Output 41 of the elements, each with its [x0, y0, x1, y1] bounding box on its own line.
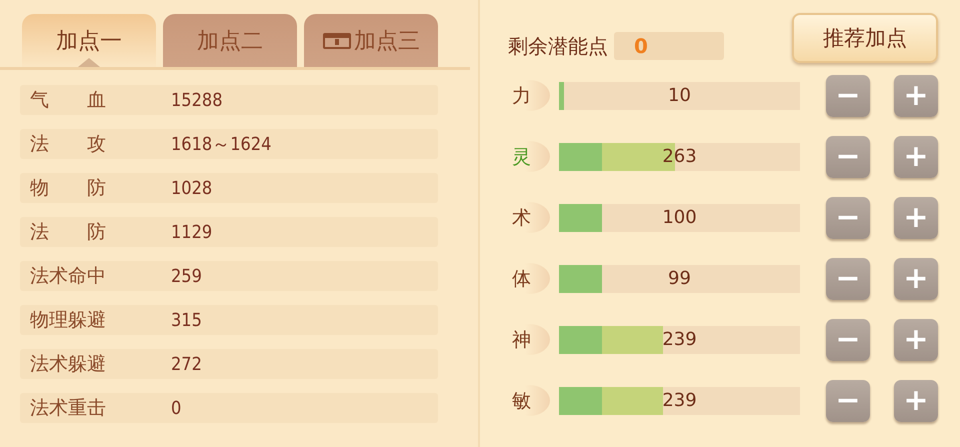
attribute-value: 239 — [662, 390, 697, 411]
stat-label: 法术重击 — [30, 396, 107, 421]
minus-button[interactable]: − — [826, 318, 870, 360]
plus-button[interactable]: + — [894, 380, 938, 422]
attribute-value: 99 — [668, 268, 691, 289]
stat-value: 1129 — [171, 222, 212, 242]
stat-label: 法 攻 — [30, 132, 107, 157]
remaining-points-value: 0 — [614, 32, 724, 60]
minus-button[interactable]: − — [826, 380, 870, 422]
stat-value: 259 — [171, 266, 202, 286]
plus-button[interactable]: + — [894, 318, 938, 360]
stat-value: 0 — [171, 398, 182, 418]
plus-button[interactable]: + — [894, 196, 938, 238]
minus-button[interactable]: − — [826, 258, 870, 300]
stat-label: 气 血 — [30, 88, 107, 113]
stat-label: 物理躲避 — [30, 308, 107, 333]
stat-label: 法术躲避 — [30, 352, 107, 377]
recommend-button[interactable]: 推荐加点 — [792, 13, 938, 63]
stat-value: 315 — [171, 310, 202, 330]
minus-button[interactable]: − — [826, 74, 870, 116]
minus-button[interactable]: − — [826, 196, 870, 238]
remaining-points-label: 剩余潜能点 — [508, 32, 608, 60]
stat-value: 272 — [171, 354, 202, 374]
stat-label: 法 防 — [30, 220, 107, 245]
attribute-value: 263 — [662, 146, 697, 167]
tab[interactable]: 加点三 — [304, 14, 438, 67]
attribute-value: 239 — [662, 329, 697, 350]
attribute-value: 100 — [662, 207, 697, 228]
stat-value: 15288 — [171, 90, 223, 110]
tab[interactable]: 加点二 — [163, 14, 297, 67]
stat-label: 物 防 — [30, 176, 107, 201]
plus-button[interactable]: + — [894, 258, 938, 300]
caret-icon — [78, 58, 100, 67]
minus-button[interactable]: − — [826, 136, 870, 178]
plus-button[interactable]: + — [894, 136, 938, 178]
plus-button[interactable]: + — [894, 74, 938, 116]
tab[interactable]: 加点一 — [22, 14, 156, 67]
stat-value: 1618～1624 — [171, 133, 272, 156]
attribute-value: 10 — [668, 85, 691, 106]
stat-value: 1028 — [171, 178, 212, 198]
stat-label: 法术命中 — [30, 264, 107, 289]
